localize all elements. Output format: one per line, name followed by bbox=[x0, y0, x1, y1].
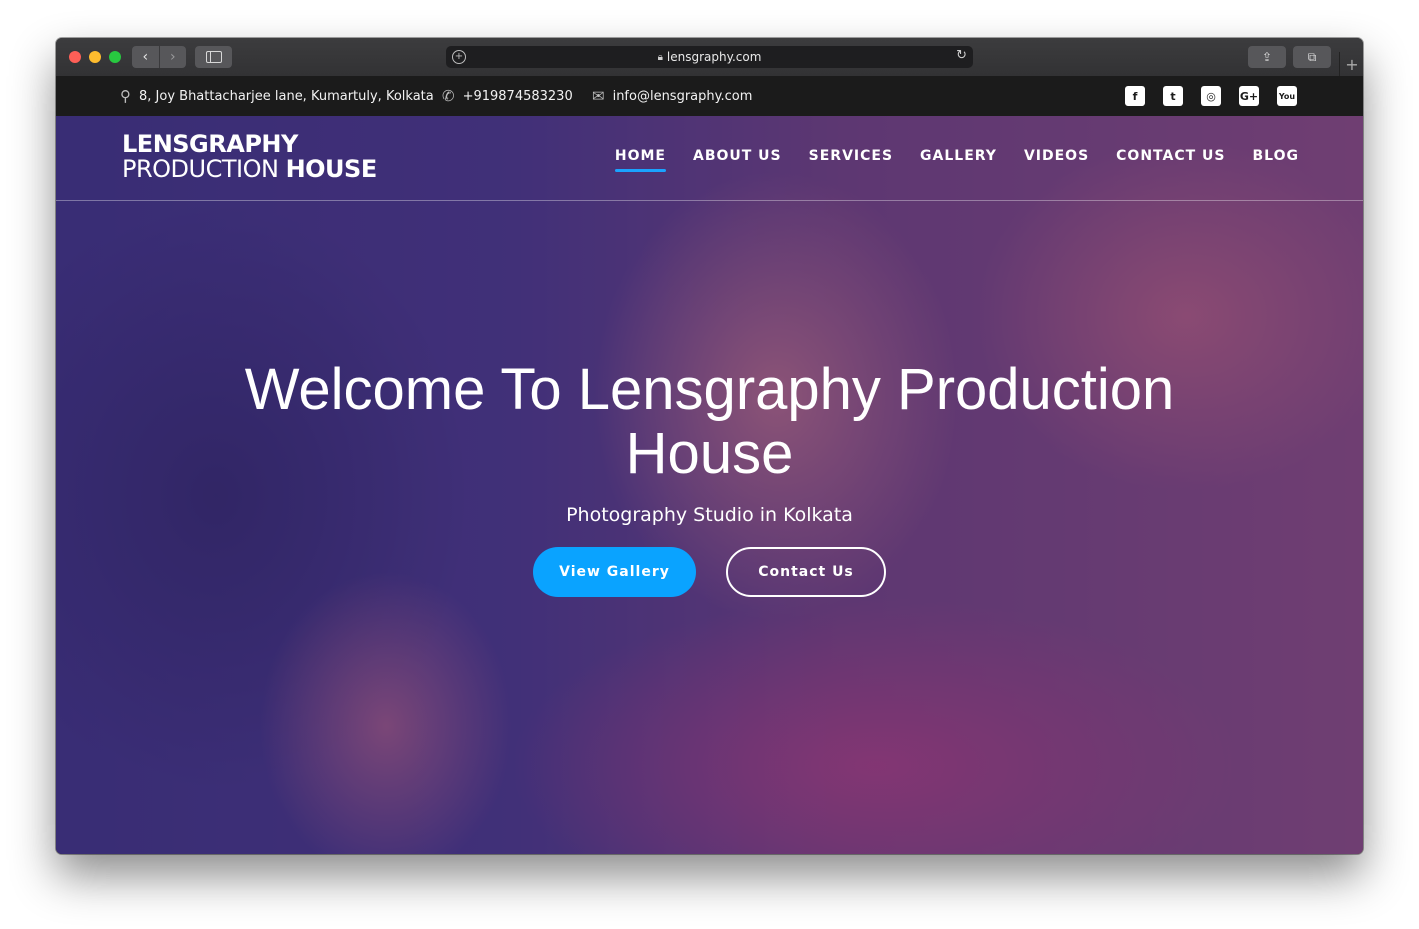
nav-about-us[interactable]: ABOUT US bbox=[693, 148, 782, 170]
youtube-icon[interactable]: You bbox=[1277, 86, 1297, 106]
lock-icon: 🔒︎ bbox=[657, 51, 663, 63]
instagram-icon[interactable]: ◎ bbox=[1201, 86, 1221, 106]
address-text: 8, Joy Bhattacharjee lane, Kumartuly, Ko… bbox=[139, 88, 434, 104]
phone-info[interactable]: ✆ +919874583230 bbox=[442, 76, 573, 116]
map-pin-icon: ⚲ bbox=[120, 87, 131, 105]
nav-gallery[interactable]: GALLERY bbox=[920, 148, 997, 170]
hero-buttons: View Gallery Contact Us bbox=[56, 547, 1363, 597]
hero-content: Welcome To Lensgraphy Production House P… bbox=[56, 358, 1363, 597]
sidebar-toggle-button[interactable] bbox=[195, 46, 232, 68]
sidebar-icon bbox=[205, 51, 222, 63]
logo-line-2a: PRODUCTION bbox=[122, 155, 286, 183]
show-tabs-button[interactable]: ⧉ bbox=[1293, 46, 1331, 68]
envelope-icon: ✉ bbox=[592, 87, 605, 105]
main-nav: HOME ABOUT US SERVICES GALLERY VIDEOS CO… bbox=[614, 148, 1300, 172]
browser-toolbar: ‹ › + 🔒︎ lensgraphy.com ↻ ⇪ ⧉ + bbox=[56, 38, 1363, 77]
url-text: lensgraphy.com bbox=[666, 50, 762, 64]
minimize-window-button[interactable] bbox=[89, 51, 101, 63]
email-text[interactable]: info@lensgraphy.com bbox=[613, 89, 753, 104]
address-bar[interactable]: + 🔒︎ lensgraphy.com ↻ bbox=[446, 46, 973, 68]
phone-text[interactable]: +919874583230 bbox=[463, 89, 573, 104]
facebook-icon[interactable]: f bbox=[1125, 86, 1145, 106]
address-info: ⚲ 8, Joy Bhattacharjee lane, Kumartuly, … bbox=[120, 76, 434, 116]
reload-icon[interactable]: ↻ bbox=[956, 48, 967, 63]
site-header: LENSGRAPHY PRODUCTION HOUSE HOME ABOUT U… bbox=[56, 116, 1363, 201]
history-nav: ‹ › bbox=[132, 46, 186, 68]
share-icon: ⇪ bbox=[1261, 50, 1273, 64]
phone-icon: ✆ bbox=[442, 87, 455, 105]
view-gallery-button[interactable]: View Gallery bbox=[533, 547, 696, 597]
contact-info-bar: ⚲ 8, Joy Bhattacharjee lane, Kumartuly, … bbox=[56, 76, 1363, 116]
logo-line-1: LENSGRAPHY bbox=[122, 130, 298, 158]
social-links: f t ◎ G+ You bbox=[1125, 86, 1297, 106]
nav-videos[interactable]: VIDEOS bbox=[1024, 148, 1089, 170]
back-icon[interactable]: ‹ bbox=[132, 46, 159, 68]
hero-section: LENSGRAPHY PRODUCTION HOUSE HOME ABOUT U… bbox=[56, 116, 1363, 854]
nav-blog[interactable]: BLOG bbox=[1253, 148, 1300, 170]
site-logo[interactable]: LENSGRAPHY PRODUCTION HOUSE bbox=[122, 132, 377, 182]
contact-us-button[interactable]: Contact Us bbox=[726, 547, 886, 597]
logo-line-2: PRODUCTION HOUSE bbox=[122, 157, 377, 182]
close-window-button[interactable] bbox=[69, 51, 81, 63]
forward-icon[interactable]: › bbox=[158, 46, 187, 68]
twitter-icon[interactable]: t bbox=[1163, 86, 1183, 106]
logo-line-2b: HOUSE bbox=[285, 155, 378, 183]
google-plus-icon[interactable]: G+ bbox=[1239, 86, 1259, 106]
add-bookmark-icon[interactable]: + bbox=[452, 50, 466, 64]
tabs-icon: ⧉ bbox=[1307, 49, 1317, 64]
nav-services[interactable]: SERVICES bbox=[809, 148, 893, 170]
hero-title: Welcome To Lensgraphy Production House bbox=[244, 357, 1175, 486]
hero-subtitle: Photography Studio in Kolkata bbox=[566, 504, 853, 526]
share-button[interactable]: ⇪ bbox=[1248, 46, 1286, 68]
browser-window: ‹ › + 🔒︎ lensgraphy.com ↻ ⇪ ⧉ + ⚲ 8, Joy… bbox=[56, 38, 1363, 854]
zoom-window-button[interactable] bbox=[109, 51, 121, 63]
new-tab-button[interactable]: + bbox=[1339, 52, 1363, 76]
nav-home[interactable]: HOME bbox=[614, 148, 667, 172]
email-info[interactable]: ✉ info@lensgraphy.com bbox=[592, 76, 752, 116]
nav-contact-us[interactable]: CONTACT US bbox=[1116, 148, 1225, 170]
